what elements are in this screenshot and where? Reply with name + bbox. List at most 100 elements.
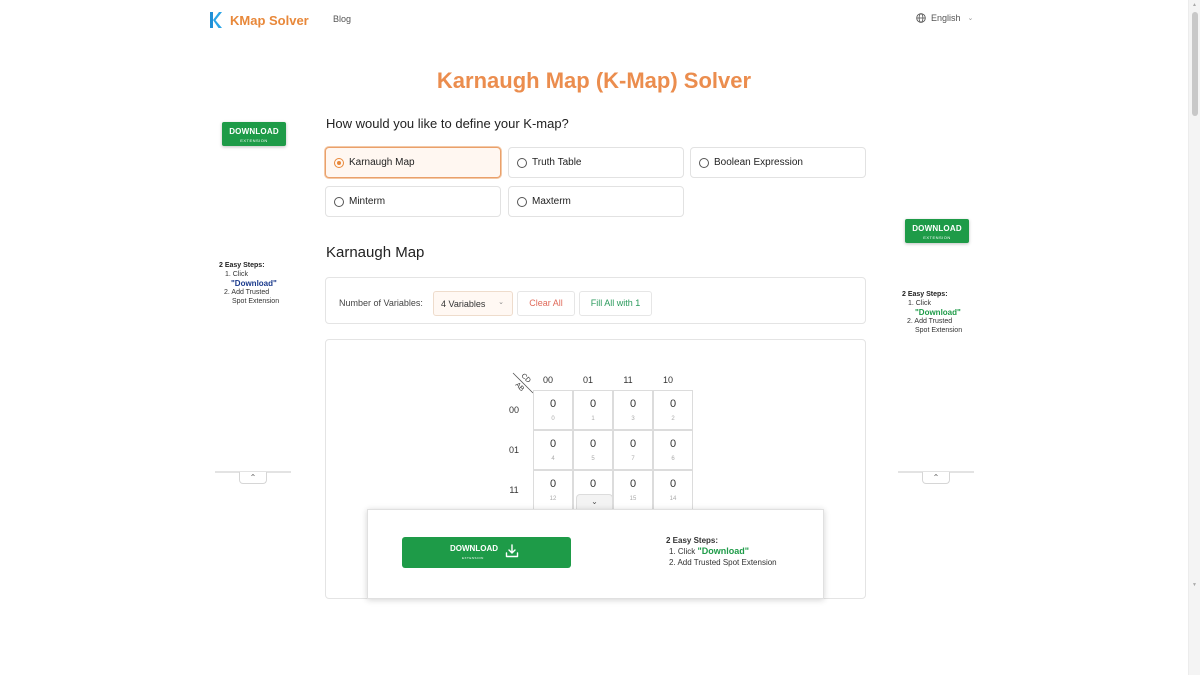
steps-title: 2 Easy Steps: bbox=[219, 262, 265, 269]
scrollbar-thumb[interactable] bbox=[1192, 12, 1198, 116]
ad-download-label: DOWNLOAD bbox=[912, 224, 962, 233]
brand-name: KMap Solver bbox=[230, 12, 309, 28]
option-label: Boolean Expression bbox=[714, 157, 803, 168]
definition-question: How would you like to define your K-map? bbox=[326, 116, 569, 131]
right-ad-steps: 2 Easy Steps: 1. Click "Download" 2. Add… bbox=[902, 290, 982, 335]
option-label: Truth Table bbox=[532, 157, 582, 168]
left-ad-steps: 2 Easy Steps: 1. Click "Download" 2. Add… bbox=[219, 261, 291, 306]
kmap-cell[interactable]: 05 bbox=[573, 430, 613, 470]
top-header: KMap Solver Blog English ⌄ bbox=[0, 0, 1188, 40]
option-label: Minterm bbox=[349, 196, 386, 207]
kmap-cell[interactable]: 02 bbox=[653, 390, 693, 430]
row-header: 01 bbox=[508, 445, 519, 455]
option-maxterm[interactable]: Maxterm bbox=[508, 186, 684, 217]
kmap-cell[interactable]: 07 bbox=[613, 430, 653, 470]
step-2: 2. Add Trusted bbox=[224, 289, 270, 296]
nav-link-blog[interactable]: Blog bbox=[333, 14, 351, 24]
cell-index: 15 bbox=[629, 496, 637, 502]
cell-index: 4 bbox=[551, 456, 555, 462]
step-1: 1. Click bbox=[908, 300, 931, 307]
cell-value: 0 bbox=[549, 478, 557, 490]
col-header: 11 bbox=[623, 375, 633, 385]
cell-index: 5 bbox=[591, 456, 595, 462]
col-header: 10 bbox=[662, 375, 673, 385]
cell-index: 0 bbox=[551, 416, 555, 422]
step-2: 2. Add Trusted bbox=[907, 318, 953, 325]
ad-extension-label: EXTENSION bbox=[462, 556, 484, 560]
cell-value: 0 bbox=[589, 438, 597, 450]
option-karnaugh-map[interactable]: Karnaugh Map bbox=[325, 147, 501, 178]
cell-index: 2 bbox=[671, 416, 675, 422]
cell-value: 0 bbox=[629, 438, 637, 450]
cell-value: 0 bbox=[629, 398, 637, 410]
step-1: 1. Click bbox=[225, 271, 248, 278]
bottom-ad-steps: 2 Easy Steps: 1. Click "Download" 2. Add… bbox=[666, 535, 777, 568]
radio-icon[interactable] bbox=[699, 157, 709, 168]
option-boolean-expression[interactable]: Boolean Expression bbox=[690, 147, 866, 178]
kmap-cell[interactable]: 00 bbox=[533, 390, 573, 430]
option-label: Karnaugh Map bbox=[349, 157, 415, 168]
variables-value: 4 Variables bbox=[441, 299, 486, 309]
option-truth-table[interactable]: Truth Table bbox=[508, 147, 684, 178]
step-1-download: "Download" bbox=[915, 308, 961, 317]
chevron-down-icon[interactable]: ⌄ bbox=[576, 494, 613, 509]
chevron-up-icon[interactable]: ⌃ bbox=[239, 472, 267, 484]
ad-extension-label: EXTENSION bbox=[240, 138, 268, 143]
step-1-download: "Download" bbox=[231, 279, 277, 288]
clear-all-button[interactable]: Clear All bbox=[517, 291, 575, 316]
cell-index: 7 bbox=[631, 456, 635, 462]
page-title: Karnaugh Map (K-Map) Solver bbox=[436, 68, 752, 93]
brand-k-icon bbox=[210, 12, 222, 28]
chevron-up-icon[interactable]: ⌃ bbox=[922, 472, 950, 484]
cell-index: 3 bbox=[631, 416, 635, 422]
radio-icon[interactable] bbox=[517, 157, 527, 168]
cell-value: 0 bbox=[549, 438, 557, 450]
radio-icon[interactable] bbox=[334, 196, 344, 207]
row-header: 00 bbox=[508, 405, 519, 415]
radio-icon[interactable] bbox=[517, 196, 527, 207]
cell-value: 0 bbox=[669, 438, 677, 450]
step-2: 2. Add Trusted Spot Extension bbox=[669, 558, 777, 567]
kmap-cell[interactable]: 01 bbox=[573, 390, 613, 430]
kmap-cell[interactable]: 03 bbox=[613, 390, 653, 430]
language-selector[interactable]: English ⌄ bbox=[916, 13, 973, 23]
step-1-download: "Download" bbox=[697, 546, 749, 556]
step-2-cont: Spot Extension bbox=[915, 327, 963, 334]
cell-index: 12 bbox=[549, 496, 557, 502]
radio-selected-icon[interactable] bbox=[334, 157, 344, 168]
step-1-text: 1. Click bbox=[669, 547, 696, 556]
step-2-cont: Spot Extension bbox=[232, 298, 280, 305]
cell-value: 0 bbox=[629, 478, 637, 490]
cell-value: 0 bbox=[549, 398, 557, 410]
kmap-cell[interactable]: 0 14 bbox=[653, 470, 693, 510]
cell-value: 0 bbox=[669, 398, 677, 410]
kmap-cell[interactable]: 0 12 bbox=[533, 470, 573, 510]
left-ad-collapse[interactable]: ⌃ bbox=[215, 470, 291, 486]
variables-select[interactable]: 4 Variables ⌄ bbox=[433, 291, 513, 316]
kmap-cell[interactable]: 0 15 bbox=[613, 470, 653, 510]
cell-value: 0 bbox=[589, 398, 597, 410]
page-scrollbar[interactable]: ▲ ▼ bbox=[1188, 0, 1200, 675]
kmap-controls: Number of Variables: 4 Variables ⌄ Clear… bbox=[325, 277, 866, 324]
scroll-up-arrow-icon[interactable]: ▲ bbox=[1192, 2, 1197, 8]
scroll-down-arrow-icon[interactable]: ▼ bbox=[1192, 582, 1197, 588]
ad-extension-label: EXTENSION bbox=[923, 235, 951, 240]
ad-download-label: DOWNLOAD bbox=[450, 544, 498, 553]
step-1: 1. Click "Download" bbox=[666, 546, 777, 557]
right-ad-collapse[interactable]: ⌃ bbox=[898, 470, 974, 486]
download-icon bbox=[505, 544, 519, 558]
brand-logo[interactable]: KMap Solver bbox=[208, 11, 309, 29]
kmap-cell[interactable]: 04 bbox=[533, 430, 573, 470]
section-title: Karnaugh Map bbox=[326, 244, 425, 261]
row-header: 11 bbox=[509, 485, 519, 495]
right-ad-download-button[interactable]: DOWNLOAD EXTENSION bbox=[905, 219, 969, 243]
left-ad-download-button[interactable]: DOWNLOAD EXTENSION bbox=[222, 122, 286, 146]
fill-all-button[interactable]: Fill All with 1 bbox=[579, 291, 652, 316]
cell-index: 6 bbox=[671, 456, 675, 462]
cell-index: 14 bbox=[669, 496, 677, 502]
bottom-ad-download-button[interactable]: DOWNLOAD EXTENSION bbox=[402, 537, 571, 568]
option-minterm[interactable]: Minterm bbox=[325, 186, 501, 217]
ad-download-label: DOWNLOAD bbox=[229, 127, 279, 136]
cell-index: 1 bbox=[591, 416, 595, 422]
kmap-cell[interactable]: 06 bbox=[653, 430, 693, 470]
